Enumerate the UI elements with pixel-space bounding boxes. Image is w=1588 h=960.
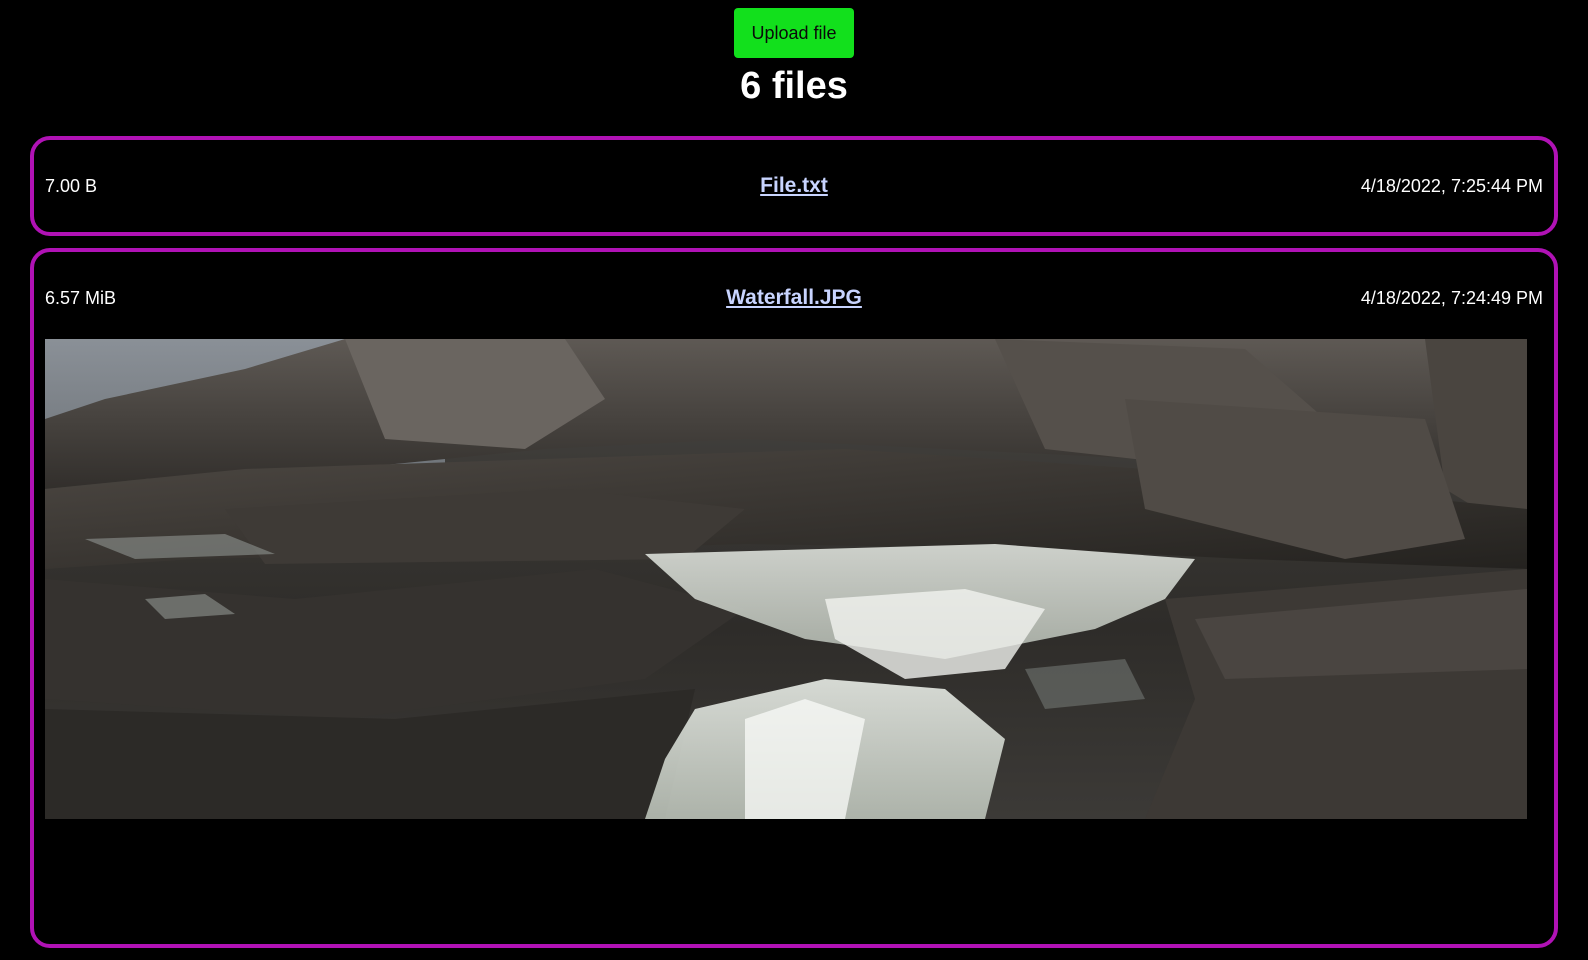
file-name-link[interactable]: File.txt <box>760 174 828 198</box>
file-row: 7.00 B File.txt 4/18/2022, 7:25:44 PM <box>45 140 1543 232</box>
file-size: 6.57 MiB <box>45 287 117 308</box>
image-preview <box>45 339 1527 819</box>
file-date: 4/18/2022, 7:24:49 PM <box>1360 287 1543 308</box>
file-card: 6.57 MiB Waterfall.JPG 4/18/2022, 7:24:4… <box>30 248 1558 948</box>
file-count-title: 6 files <box>740 65 848 107</box>
file-name-link[interactable]: Waterfall.JPG <box>726 286 862 310</box>
waterfall-photo <box>45 339 1527 819</box>
file-date: 4/18/2022, 7:25:44 PM <box>1360 175 1543 196</box>
file-list: 7.00 B File.txt 4/18/2022, 7:25:44 PM 6.… <box>30 136 1558 960</box>
file-size: 7.00 B <box>45 175 98 196</box>
header: Upload file 6 files <box>0 0 1588 108</box>
file-row: 6.57 MiB Waterfall.JPG 4/18/2022, 7:24:4… <box>45 252 1543 344</box>
file-card: 7.00 B File.txt 4/18/2022, 7:25:44 PM <box>30 136 1558 236</box>
upload-file-button[interactable]: Upload file <box>734 8 854 58</box>
